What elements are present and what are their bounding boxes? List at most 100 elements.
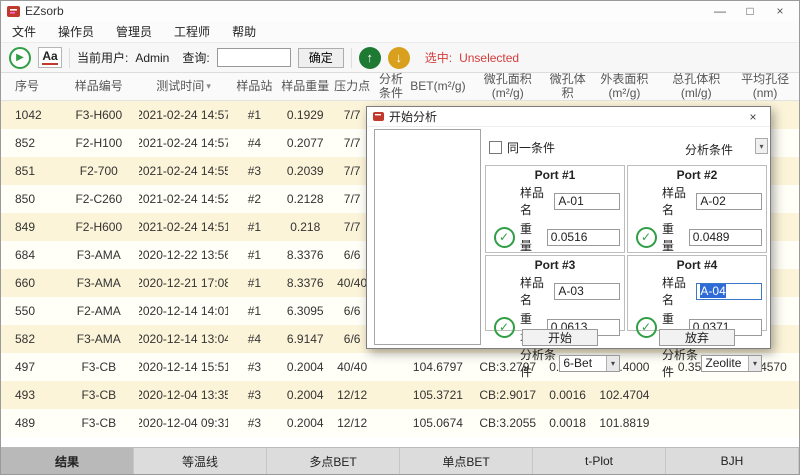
query-label: 查询: <box>182 49 209 66</box>
column-header[interactable]: 序号 <box>1 73 59 100</box>
menu-engineer[interactable]: 工程师 <box>163 23 221 40</box>
column-header[interactable]: 总孔体积(ml/g) <box>661 73 731 100</box>
column-header[interactable]: 压力点 <box>330 73 374 100</box>
app-icon <box>7 5 20 18</box>
dialog-close-button[interactable]: × <box>742 110 764 124</box>
table-cell: 2020-12-22 13:56 <box>139 241 229 269</box>
condition-label: 分析条件 <box>520 346 556 380</box>
menubar: 文件 操作员 管理员 工程师 帮助 <box>1 21 799 43</box>
selected-label: 选中: <box>425 49 452 66</box>
table-cell: #1 <box>228 101 280 129</box>
table-row[interactable]: 493F3-CB2020-12-04 13:35#30.200412/12105… <box>1 381 799 409</box>
table-cell: F3-CB <box>59 381 139 409</box>
column-header[interactable]: 样品重量 <box>280 73 330 100</box>
filter-dropdown-icon[interactable]: ▾ <box>206 82 211 92</box>
column-header[interactable]: 微孔面积(m²/g) <box>468 73 548 100</box>
move-down-button[interactable]: ↓ <box>388 47 410 69</box>
table-cell <box>731 409 799 437</box>
tab-isotherm[interactable]: 等温线 <box>134 448 267 474</box>
tab-bjh[interactable]: BJH <box>666 448 799 474</box>
table-cell: #3 <box>228 353 280 381</box>
menu-administrator[interactable]: 管理员 <box>105 23 163 40</box>
table-cell: 6.9147 <box>280 325 330 353</box>
column-header[interactable]: 分析条件 <box>374 73 408 100</box>
current-user-value: Admin <box>135 51 169 65</box>
table-cell: 850 <box>1 185 59 213</box>
table-cell: #4 <box>228 325 280 353</box>
minimize-button[interactable]: — <box>707 4 733 18</box>
current-user-label: 当前用户: <box>77 49 128 66</box>
weight-label: 重量 <box>520 220 544 254</box>
column-header[interactable]: 样品站 <box>228 73 280 100</box>
dialog-titlebar: 开始分析 × <box>367 107 770 127</box>
menu-operator[interactable]: 操作员 <box>47 23 105 40</box>
weight-input[interactable]: 0.0516 <box>547 229 620 246</box>
tab-results[interactable]: 结果 <box>1 448 134 474</box>
weight-label: 重量 <box>662 220 686 254</box>
app-window: EZsorb — □ × 文件 操作员 管理员 工程师 帮助 ▶ Aa 当前用户… <box>0 0 800 475</box>
table-row[interactable]: 489F3-CB2020-12-04 09:31#30.200412/12105… <box>1 409 799 437</box>
chevron-down-icon[interactable]: ▾ <box>748 356 761 371</box>
same-condition-row: 同一条件 <box>489 139 555 156</box>
column-header[interactable]: 微孔体积 <box>548 73 588 100</box>
port-ready-check-icon[interactable]: ✓ <box>636 317 657 338</box>
sample-name-input[interactable]: A-01 <box>554 193 620 210</box>
port-ready-check-icon[interactable]: ✓ <box>636 227 657 248</box>
sample-name-input[interactable]: A-02 <box>696 193 762 210</box>
sample-name-input[interactable]: A-04 <box>696 283 762 300</box>
port-title: Port #2 <box>628 166 766 182</box>
port-ready-check-icon[interactable]: ✓ <box>494 227 515 248</box>
menu-help[interactable]: 帮助 <box>221 23 267 40</box>
table-cell: 582 <box>1 325 59 353</box>
menu-file[interactable]: 文件 <box>1 23 47 40</box>
start-analysis-button[interactable]: ▶ <box>9 47 31 69</box>
maximize-button[interactable]: □ <box>737 4 763 18</box>
abort-button[interactable]: 放弃 <box>659 329 735 346</box>
move-up-button[interactable]: ↑ <box>359 47 381 69</box>
port-ready-check-icon[interactable]: ✓ <box>494 317 515 338</box>
weight-input[interactable]: 0.0489 <box>689 229 762 246</box>
table-cell: 6.3095 <box>280 297 330 325</box>
table-cell: 40/40 <box>330 353 374 381</box>
column-header[interactable]: 平均孔径(nm) <box>731 73 799 100</box>
column-header[interactable]: 样品编号 <box>59 73 139 100</box>
tab-multipoint-bet[interactable]: 多点BET <box>267 448 400 474</box>
close-button[interactable]: × <box>767 4 793 18</box>
column-header[interactable]: 外表面积(m²/g) <box>588 73 662 100</box>
table-cell <box>661 381 731 409</box>
condition-dropdown-icon[interactable]: ▾ <box>755 138 768 154</box>
sample-name-label: 样品名 <box>520 274 551 308</box>
port-title: Port #4 <box>628 256 766 272</box>
toolbar: ▶ Aa 当前用户: Admin 查询: 确定 ↑ ↓ 选中: Unselect… <box>1 43 799 73</box>
dialog-title: 开始分析 <box>389 108 437 125</box>
table-cell: 1042 <box>1 101 59 129</box>
query-input[interactable] <box>217 48 291 67</box>
start-button[interactable]: 开始 <box>522 329 598 346</box>
column-header[interactable]: BET(m²/g) <box>408 73 468 100</box>
table-cell: 2020-12-14 13:04 <box>139 325 229 353</box>
condition-label: 分析条件 <box>662 346 698 380</box>
table-cell: 2020-12-04 09:31 <box>139 409 229 437</box>
column-header[interactable]: 测试时间▾ <box>139 73 229 100</box>
table-cell: #3 <box>228 157 280 185</box>
chevron-down-icon[interactable]: ▾ <box>606 356 619 371</box>
table-cell: 2021-02-24 14:52 <box>139 185 229 213</box>
condition-select[interactable]: 6-Bet ▾ <box>559 355 620 372</box>
tab-singlepoint-bet[interactable]: 单点BET <box>400 448 533 474</box>
table-cell: 12/12 <box>330 381 374 409</box>
table-cell: F2-C260 <box>59 185 139 213</box>
condition-select[interactable]: Zeolite ▾ <box>701 355 762 372</box>
font-button[interactable]: Aa <box>38 47 62 68</box>
tab-t-plot[interactable]: t-Plot <box>533 448 666 474</box>
same-condition-checkbox[interactable] <box>489 141 502 154</box>
table-cell: F3-AMA <box>59 325 139 353</box>
sample-name-input[interactable]: A-03 <box>554 283 620 300</box>
dialog-icon <box>373 111 384 122</box>
table-cell: 0.2004 <box>280 409 330 437</box>
table-cell: 2021-02-24 14:57 <box>139 129 229 157</box>
table-cell: F3-AMA <box>59 269 139 297</box>
table-cell: F2-700 <box>59 157 139 185</box>
confirm-button[interactable]: 确定 <box>298 48 344 68</box>
table-cell: 0.218 <box>280 213 330 241</box>
condition-listbox[interactable] <box>374 129 481 345</box>
